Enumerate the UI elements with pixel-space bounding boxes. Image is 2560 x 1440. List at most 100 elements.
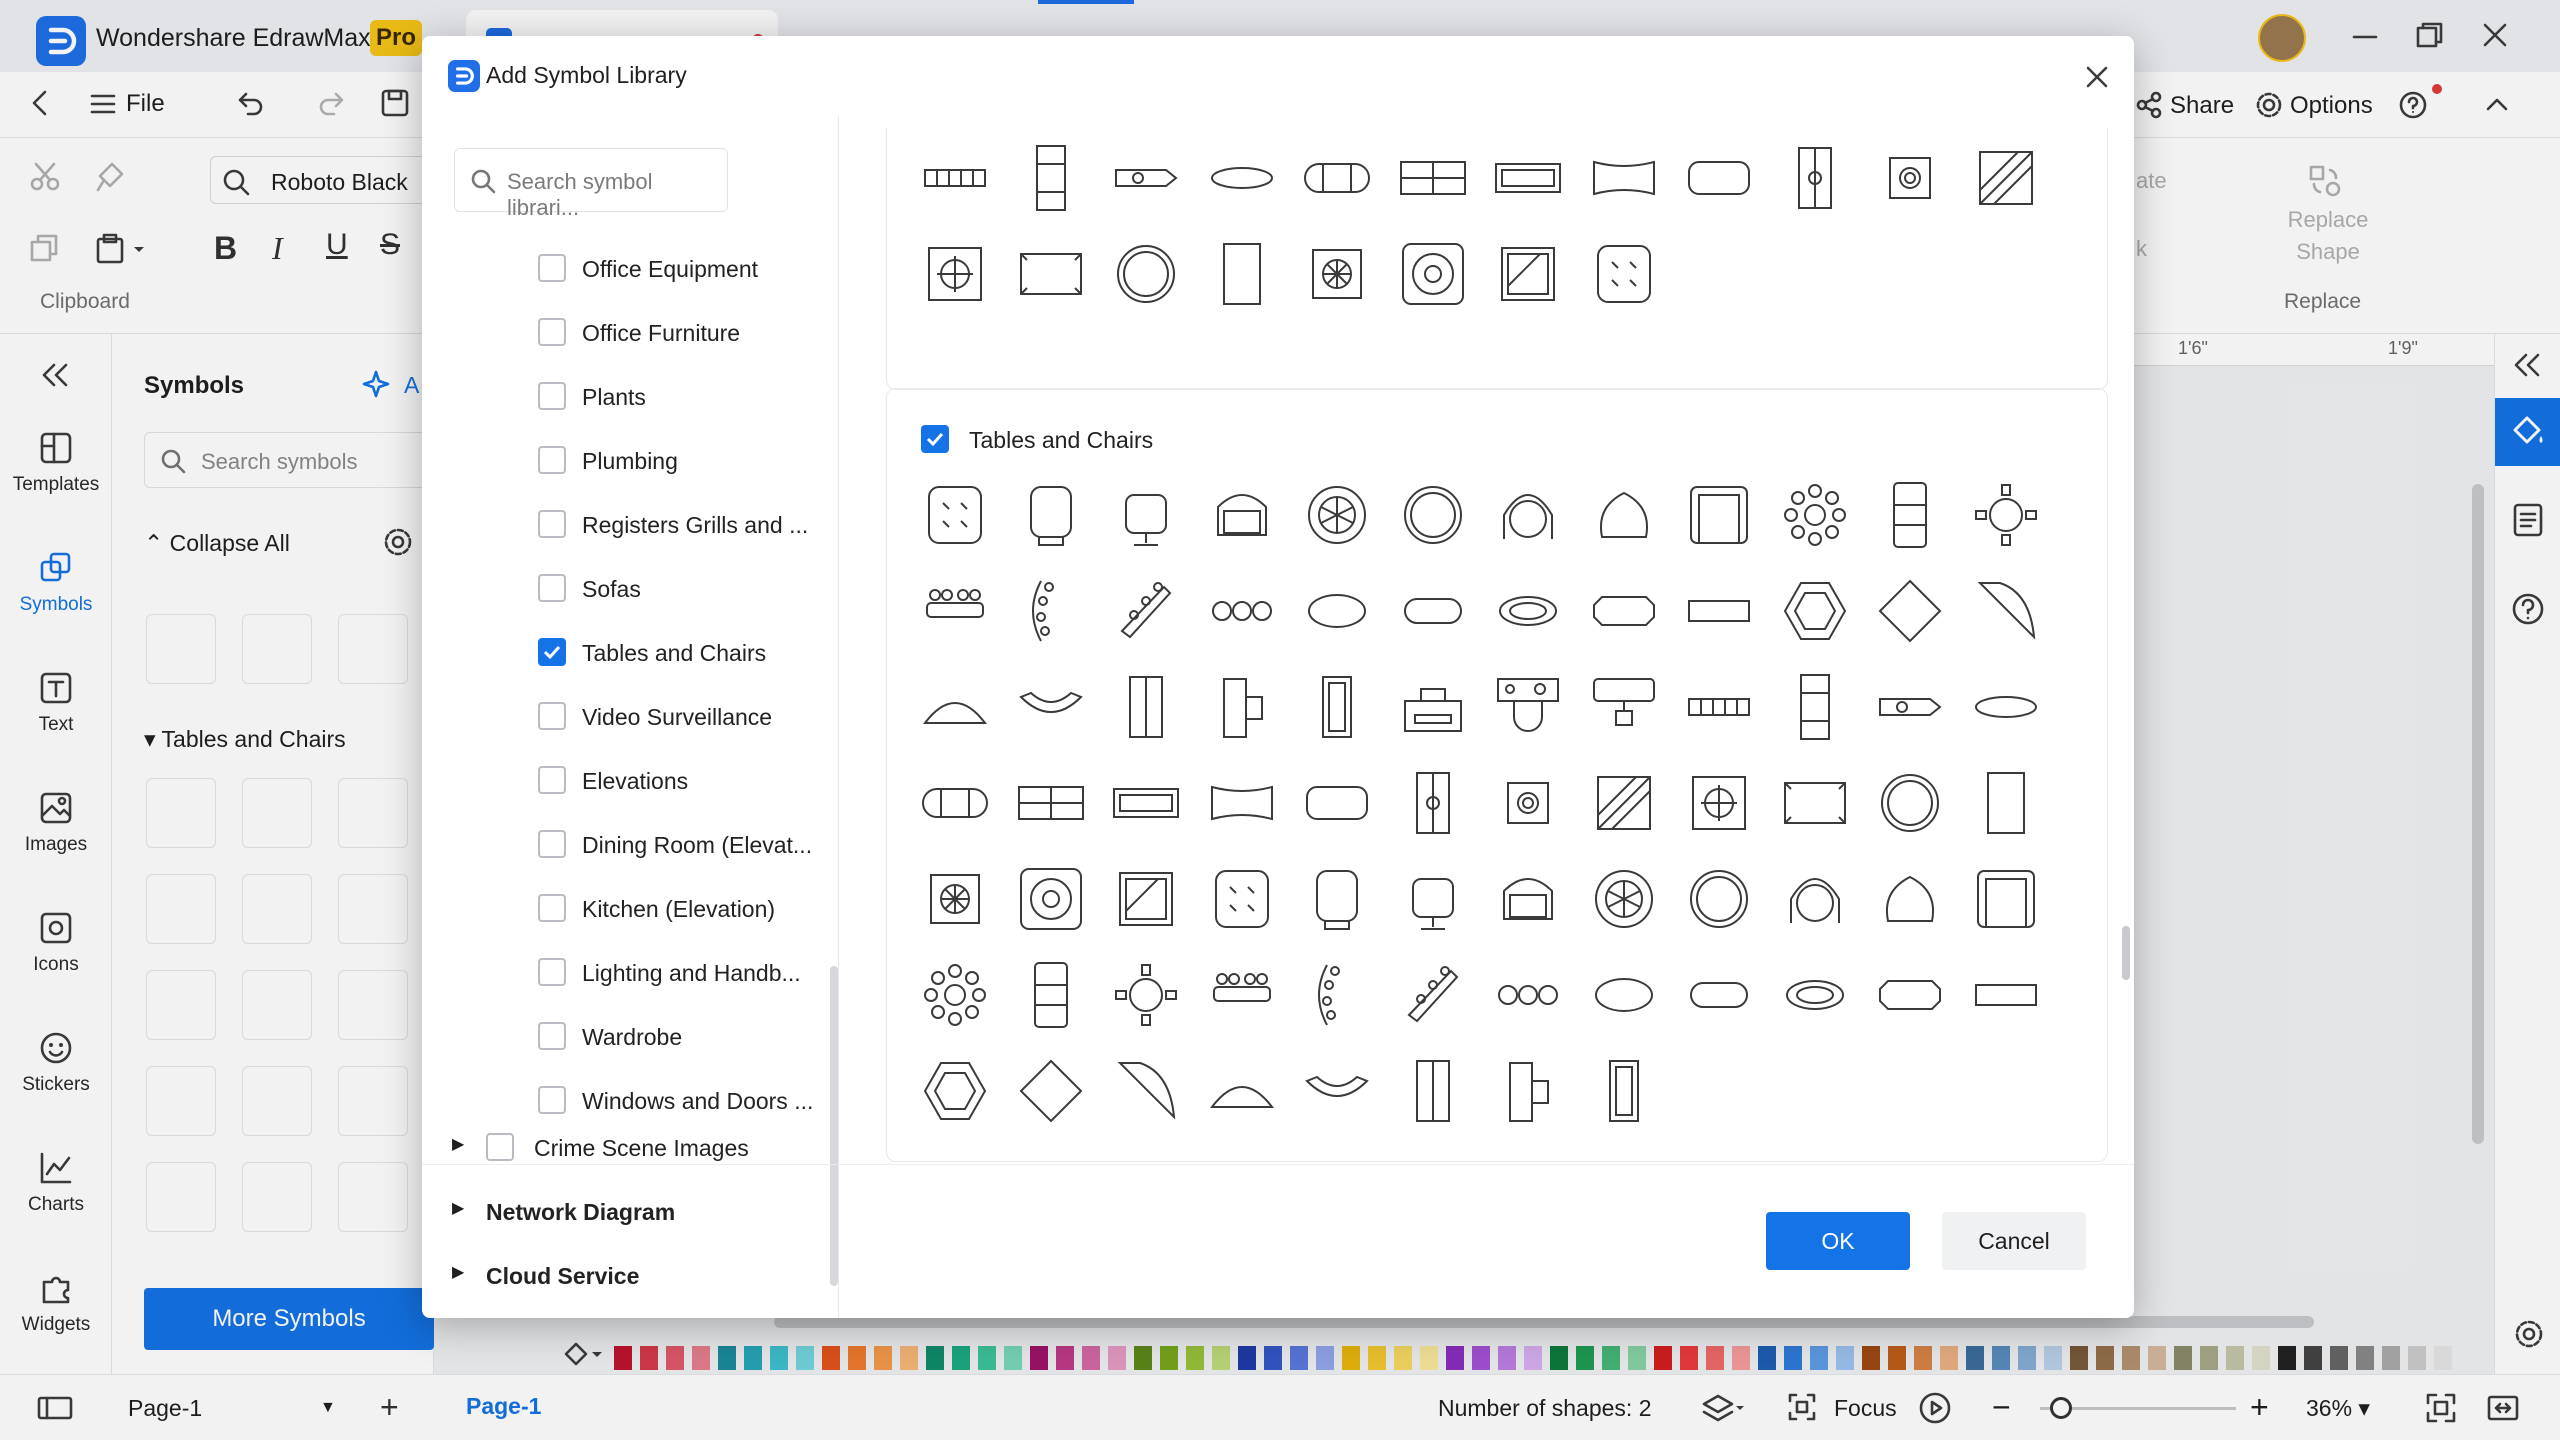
- library-shape[interactable]: [1204, 669, 1280, 745]
- expand-arrow-icon[interactable]: ▶: [452, 1262, 464, 1282]
- library-shape[interactable]: [1777, 861, 1853, 937]
- library-shape[interactable]: [1013, 140, 1089, 216]
- library-item-label[interactable]: Elevations: [582, 768, 688, 795]
- library-shape[interactable]: [1395, 669, 1471, 745]
- library-shape[interactable]: [1872, 957, 1948, 1033]
- library-shape[interactable]: [1872, 573, 1948, 649]
- library-shape[interactable]: [1586, 861, 1662, 937]
- library-shape[interactable]: [1872, 477, 1948, 553]
- ok-button[interactable]: OK: [1766, 1212, 1910, 1270]
- library-shape[interactable]: [1108, 861, 1184, 937]
- library-shape[interactable]: [1586, 765, 1662, 841]
- library-checkbox[interactable]: [538, 1086, 566, 1114]
- library-shape[interactable]: [1968, 861, 2044, 937]
- library-shape[interactable]: [1299, 477, 1375, 553]
- library-shape[interactable]: [1490, 477, 1566, 553]
- library-item-label[interactable]: Plumbing: [582, 448, 678, 475]
- library-item-label[interactable]: Plants: [582, 384, 646, 411]
- library-shape[interactable]: [1586, 477, 1662, 553]
- library-checkbox[interactable]: [538, 318, 566, 346]
- library-group-crime-scene[interactable]: Crime Scene Images: [534, 1135, 749, 1162]
- library-shape[interactable]: [1586, 957, 1662, 1033]
- library-shape[interactable]: [1490, 765, 1566, 841]
- library-item-label[interactable]: Sofas: [582, 576, 641, 603]
- library-shape[interactable]: [1968, 765, 2044, 841]
- library-shape[interactable]: [1968, 477, 2044, 553]
- library-shape[interactable]: [917, 236, 993, 312]
- library-checkbox[interactable]: [538, 574, 566, 602]
- library-shape[interactable]: [1013, 477, 1089, 553]
- library-shape[interactable]: [1108, 477, 1184, 553]
- library-shape[interactable]: [1968, 669, 2044, 745]
- library-checkbox[interactable]: [538, 894, 566, 922]
- library-item-label[interactable]: Office Furniture: [582, 320, 740, 347]
- library-shape[interactable]: [917, 957, 993, 1033]
- library-shape[interactable]: [1681, 861, 1757, 937]
- library-shape[interactable]: [1395, 861, 1471, 937]
- library-item-label[interactable]: Office Equipment: [582, 256, 758, 283]
- library-shape[interactable]: [1204, 236, 1280, 312]
- library-shape[interactable]: [1395, 957, 1471, 1033]
- library-shape[interactable]: [1395, 1053, 1471, 1129]
- library-checkbox[interactable]: [538, 254, 566, 282]
- library-shape[interactable]: [1777, 140, 1853, 216]
- library-shape[interactable]: [1299, 765, 1375, 841]
- library-checkbox[interactable]: [538, 958, 566, 986]
- library-item-label[interactable]: Tables and Chairs: [582, 640, 766, 667]
- library-shape[interactable]: [1490, 861, 1566, 937]
- library-shape[interactable]: [1681, 140, 1757, 216]
- library-shape[interactable]: [1108, 669, 1184, 745]
- library-shape[interactable]: [1299, 957, 1375, 1033]
- library-shape[interactable]: [1395, 573, 1471, 649]
- library-shape[interactable]: [1299, 236, 1375, 312]
- library-shape[interactable]: [1872, 861, 1948, 937]
- library-checkbox[interactable]: [538, 510, 566, 538]
- library-checkbox[interactable]: [538, 1022, 566, 1050]
- library-shape[interactable]: [1013, 669, 1089, 745]
- library-shape[interactable]: [1013, 1053, 1089, 1129]
- checkbox[interactable]: [486, 1133, 514, 1161]
- library-shape[interactable]: [1681, 477, 1757, 553]
- library-shape[interactable]: [1586, 236, 1662, 312]
- library-shape[interactable]: [1013, 861, 1089, 937]
- library-shape[interactable]: [1299, 140, 1375, 216]
- library-shape[interactable]: [1777, 669, 1853, 745]
- library-item-label[interactable]: Registers Grills and ...: [582, 512, 808, 539]
- library-shape[interactable]: [1013, 236, 1089, 312]
- library-shape[interactable]: [1299, 1053, 1375, 1129]
- library-shape[interactable]: [1490, 236, 1566, 312]
- cancel-button[interactable]: Cancel: [1942, 1212, 2086, 1270]
- library-shape[interactable]: [1204, 573, 1280, 649]
- library-checkbox[interactable]: [538, 702, 566, 730]
- library-shape[interactable]: [1968, 140, 2044, 216]
- library-search-input[interactable]: Search symbol librari...: [454, 148, 728, 220]
- library-shape[interactable]: [1586, 140, 1662, 216]
- library-shape[interactable]: [1777, 477, 1853, 553]
- library-shape[interactable]: [1204, 477, 1280, 553]
- library-shape[interactable]: [1108, 236, 1184, 312]
- library-shape[interactable]: [1204, 140, 1280, 216]
- library-shape[interactable]: [1777, 957, 1853, 1033]
- library-shape[interactable]: [1968, 573, 2044, 649]
- library-shape[interactable]: [1108, 765, 1184, 841]
- close-dialog-icon[interactable]: [2082, 62, 2112, 92]
- library-shape[interactable]: [1681, 573, 1757, 649]
- library-shape[interactable]: [1395, 140, 1471, 216]
- library-checkbox[interactable]: [538, 446, 566, 474]
- library-shape[interactable]: [1490, 669, 1566, 745]
- library-shape[interactable]: [1490, 1053, 1566, 1129]
- library-item-label[interactable]: Windows and Doors ...: [582, 1088, 813, 1115]
- library-shape[interactable]: [917, 477, 993, 553]
- library-shape[interactable]: [1681, 669, 1757, 745]
- library-shape[interactable]: [1204, 765, 1280, 841]
- library-shape[interactable]: [917, 573, 993, 649]
- library-item-label[interactable]: Kitchen (Elevation): [582, 896, 775, 923]
- library-shape[interactable]: [1395, 477, 1471, 553]
- library-checkbox[interactable]: [538, 766, 566, 794]
- library-item-label[interactable]: Dining Room (Elevat...: [582, 832, 812, 859]
- library-shape[interactable]: [1586, 669, 1662, 745]
- library-shape[interactable]: [1872, 140, 1948, 216]
- library-shape[interactable]: [1108, 140, 1184, 216]
- library-shape[interactable]: [1777, 573, 1853, 649]
- library-shape[interactable]: [1108, 1053, 1184, 1129]
